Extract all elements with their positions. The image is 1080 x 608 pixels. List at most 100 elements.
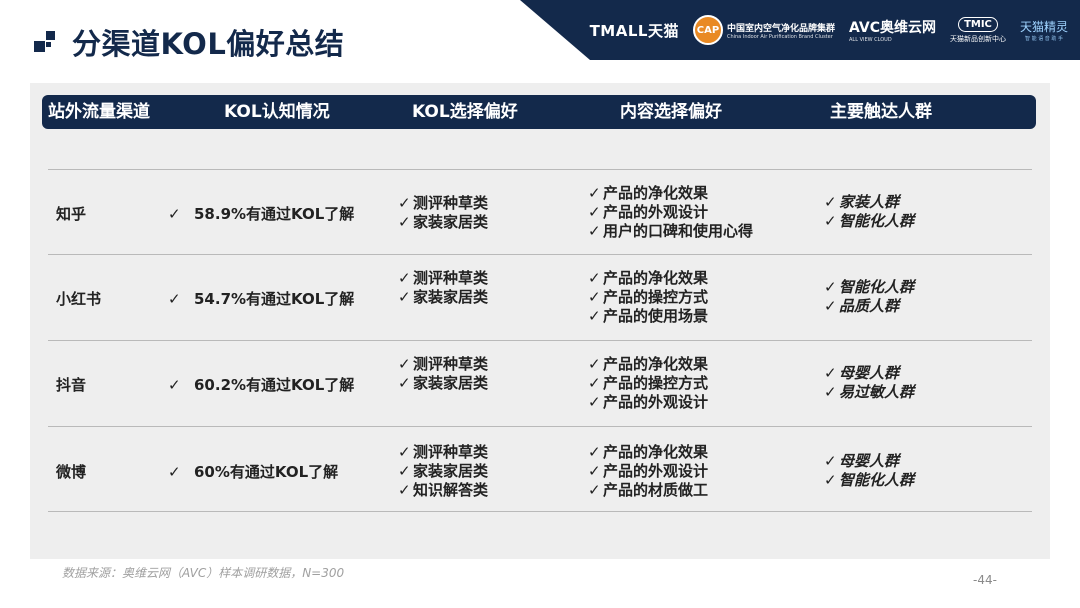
- list-item-text: 家装家居类: [413, 374, 489, 392]
- list-item: ✓ 测评种草类: [398, 269, 488, 288]
- avc-logo-sub: ALL VIEW CLOUD: [848, 37, 892, 43]
- list-item-text: 产品的操控方式: [603, 374, 709, 392]
- header-kol-awareness: KOL认知情况: [224, 102, 330, 122]
- list-item: ✓ 知识解答类: [398, 481, 488, 500]
- list-item: ✓ 产品的外观设计: [588, 203, 753, 222]
- list-item-text: 产品的外观设计: [603, 203, 709, 221]
- list-item: ✓ 产品的净化效果: [588, 355, 708, 374]
- header-logo-band: TMALL天猫 CAP 中国室内空气净化品牌集群 China Indoor Ai…: [520, 0, 1080, 60]
- list-item-text: 品质人群: [839, 297, 900, 315]
- check-icon: ✓: [588, 443, 601, 461]
- list-item-text: 家装家居类: [413, 462, 489, 480]
- list-item-text: 母婴人群: [839, 452, 900, 470]
- target-audience-list: ✓ 母婴人群 ✓ 易过敏人群: [824, 364, 914, 402]
- list-item-text: 知识解答类: [413, 481, 489, 499]
- kol-awareness-text: 54.7%有通过KOL了解: [194, 290, 355, 308]
- check-icon: ✓: [824, 383, 837, 401]
- channel-name: 知乎: [56, 205, 87, 223]
- content-preference-list: ✓ 产品的净化效果 ✓ 产品的外观设计 ✓ 产品的材质做工: [588, 443, 708, 500]
- list-item: ✓ 母婴人群: [824, 364, 914, 383]
- list-item: ✓ 家装家居类: [398, 213, 488, 232]
- list-item: ✓ 母婴人群: [824, 452, 914, 471]
- list-item-text: 测评种草类: [413, 269, 489, 287]
- avc-logo-text: AVC奥维云网: [848, 20, 936, 36]
- channel-name: 抖音: [56, 376, 87, 394]
- list-item: ✓ 产品的净化效果: [588, 443, 708, 462]
- list-item: ✓ 产品的材质做工: [588, 481, 708, 500]
- check-icon: ✓: [588, 462, 601, 480]
- list-item: ✓ 家装家居类: [398, 288, 488, 307]
- tmic-logo: TMIC 天猫新品创新中心: [950, 16, 1006, 44]
- list-item: ✓ 品质人群: [824, 297, 914, 316]
- check-icon: ✓: [398, 213, 411, 231]
- list-item: ✓ 智能化人群: [824, 212, 914, 231]
- check-icon: ✓: [168, 376, 181, 394]
- kol-awareness: ✓ 60%有通过KOL了解: [168, 461, 338, 482]
- kol-awareness: ✓ 60.2%有通过KOL了解: [168, 374, 354, 395]
- content-preference-list: ✓ 产品的净化效果 ✓ 产品的外观设计 ✓ 用户的口碑和使用心得: [588, 184, 753, 241]
- avc-logo: AVC奥维云网 ALL VIEW CLOUD: [849, 17, 936, 43]
- table-row: 小红书 ✓ 54.7%有通过KOL了解 ✓ 测评种草类 ✓ 家装家居类 ✓ 产品的净化效…: [48, 254, 1032, 340]
- tmall-logo-text: TMALL天猫: [589, 21, 679, 40]
- tmall-genie-logo-text: 天猫精灵: [1019, 20, 1068, 34]
- list-item-text: 测评种草类: [413, 443, 489, 461]
- check-icon: ✓: [588, 481, 601, 499]
- check-icon: ✓: [168, 205, 181, 223]
- list-item-text: 测评种草类: [413, 194, 489, 212]
- list-item: ✓ 测评种草类: [398, 194, 488, 213]
- check-icon: ✓: [168, 463, 181, 481]
- list-item-text: 产品的净化效果: [603, 269, 709, 287]
- list-item-text: 易过敏人群: [839, 383, 915, 401]
- table-row: 抖音 ✓ 60.2%有通过KOL了解 ✓ 测评种草类 ✓ 家装家居类 ✓ 产品的净化效果…: [48, 340, 1032, 426]
- check-icon: ✓: [398, 481, 411, 499]
- list-item-text: 家装家居类: [413, 213, 489, 231]
- data-source-note: 数据来源：奥维云网（AVC）样本调研数据，N=300: [62, 566, 345, 580]
- check-icon: ✓: [398, 355, 411, 373]
- check-icon: ✓: [588, 307, 601, 325]
- check-icon: ✓: [588, 269, 601, 287]
- check-icon: ✓: [824, 278, 837, 296]
- list-item-text: 智能化人群: [839, 212, 915, 230]
- check-icon: ✓: [588, 184, 601, 202]
- check-icon: ✓: [398, 269, 411, 287]
- list-item: ✓ 产品的净化效果: [588, 269, 708, 288]
- check-icon: ✓: [168, 290, 181, 308]
- list-item-text: 家装人群: [839, 193, 900, 211]
- list-item-text: 智能化人群: [839, 471, 915, 489]
- check-icon: ✓: [588, 203, 601, 221]
- list-item: ✓ 产品的净化效果: [588, 184, 753, 203]
- check-icon: ✓: [824, 452, 837, 470]
- check-icon: ✓: [824, 471, 837, 489]
- check-icon: ✓: [398, 443, 411, 461]
- list-item-text: 测评种草类: [413, 355, 489, 373]
- kol-preference-list: ✓ 测评种草类 ✓ 家装家居类: [398, 269, 488, 307]
- list-item: ✓ 测评种草类: [398, 443, 488, 462]
- list-item: ✓ 家装家居类: [398, 374, 488, 393]
- kol-preference-list: ✓ 测评种草类 ✓ 家装家居类: [398, 355, 488, 393]
- check-icon: ✓: [398, 194, 411, 212]
- check-icon: ✓: [588, 374, 601, 392]
- list-item-text: 用户的口碑和使用心得: [603, 222, 754, 240]
- cap-logo: CAP 中国室内空气净化品牌集群 China Indoor Air Purifi…: [692, 15, 835, 45]
- kol-preference-list: ✓ 测评种草类 ✓ 家装家居类 ✓ 知识解答类: [398, 443, 488, 500]
- list-item: ✓ 产品的外观设计: [588, 462, 708, 481]
- channel-name: 小红书: [56, 290, 102, 308]
- content-preference-list: ✓ 产品的净化效果 ✓ 产品的操控方式 ✓ 产品的使用场景: [588, 269, 708, 326]
- list-item-text: 智能化人群: [839, 278, 915, 296]
- check-icon: ✓: [824, 193, 837, 211]
- list-item: ✓ 用户的口碑和使用心得: [588, 222, 753, 241]
- list-item-text: 产品的操控方式: [603, 288, 709, 306]
- page-number: -44-: [973, 573, 997, 587]
- list-item-text: 产品的净化效果: [603, 355, 709, 373]
- page-title: 分渠道KOL偏好总结: [72, 27, 345, 61]
- list-item: ✓ 家装人群: [824, 193, 914, 212]
- list-item-text: 母婴人群: [839, 364, 900, 382]
- list-item: ✓ 产品的操控方式: [588, 374, 708, 393]
- list-item: ✓ 产品的使用场景: [588, 307, 708, 326]
- list-item: ✓ 家装家居类: [398, 462, 488, 481]
- table-row: 微博 ✓ 60%有通过KOL了解 ✓ 测评种草类 ✓ 家装家居类 ✓ 知识解答类 ✓ 产品…: [48, 426, 1032, 512]
- table-header: 站外流量渠道 KOL认知情况 KOL选择偏好 内容选择偏好 主要触达人群: [42, 95, 1036, 129]
- list-item-text: 产品的净化效果: [603, 443, 709, 461]
- kol-awareness-text: 60%有通过KOL了解: [194, 463, 339, 481]
- partner-logos: TMALL天猫 CAP 中国室内空气净化品牌集群 China Indoor Ai…: [590, 10, 1068, 50]
